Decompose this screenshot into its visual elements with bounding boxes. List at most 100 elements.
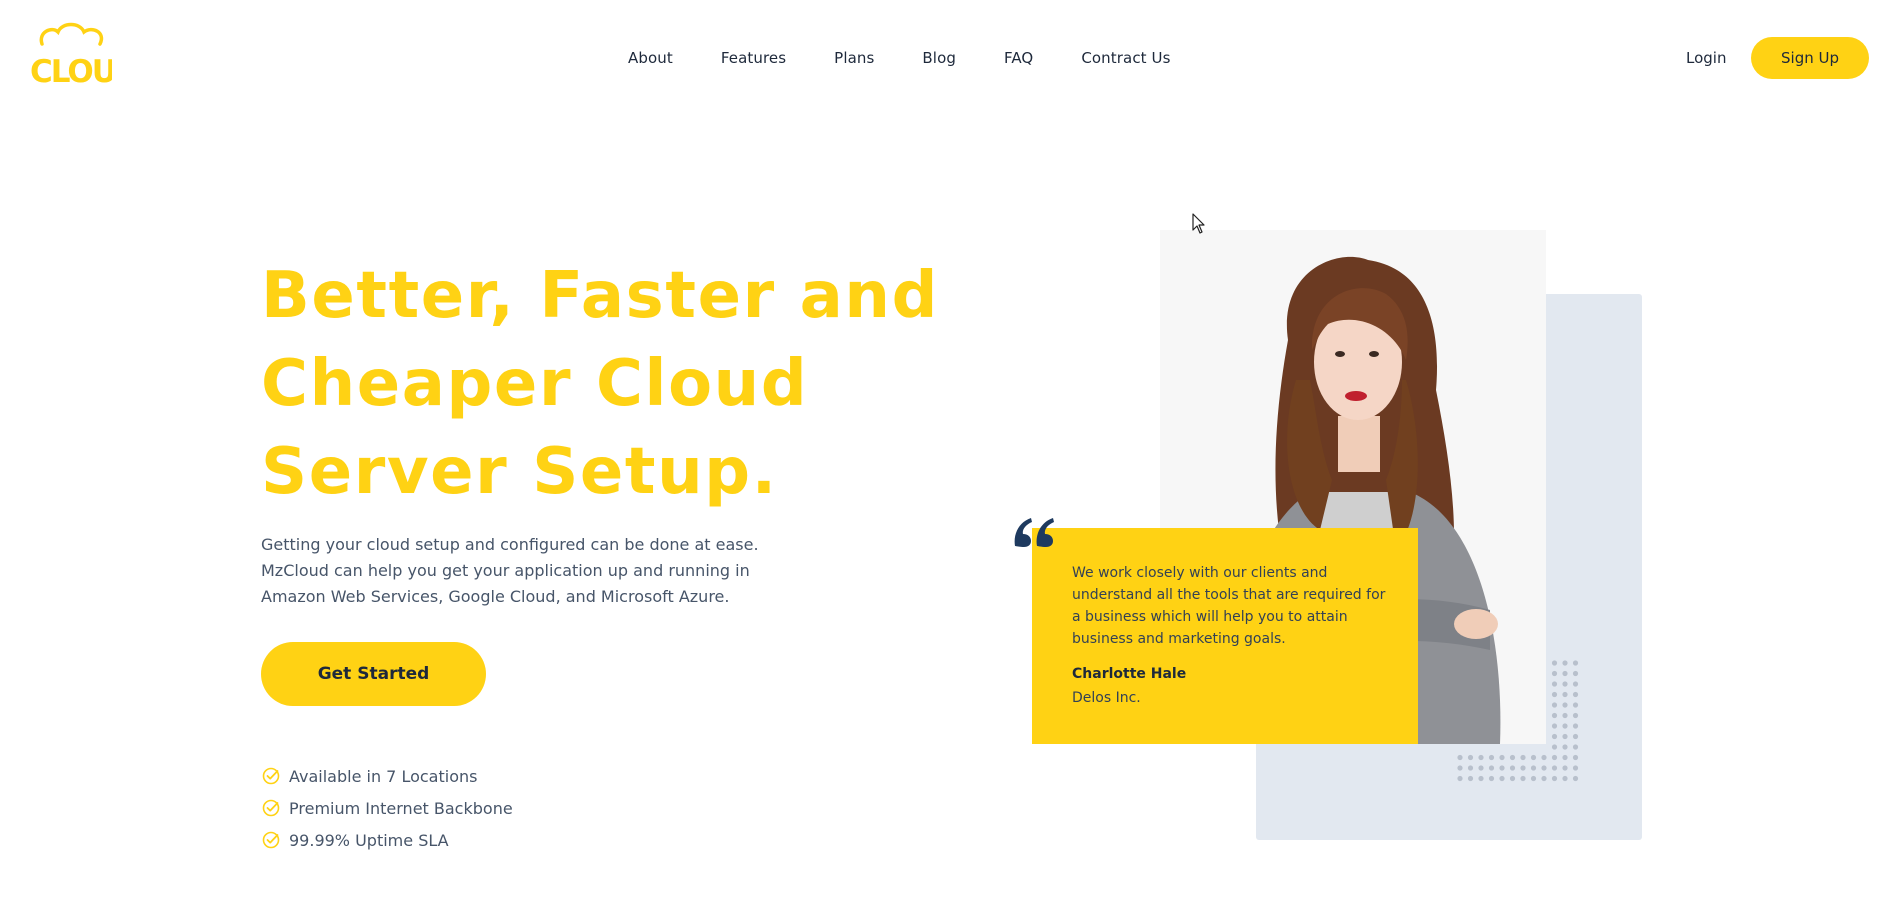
check-circle-icon	[261, 766, 281, 786]
feature-item: 99.99% Uptime SLA	[261, 824, 513, 856]
testimonial-quote-line: We work closely with our clients and	[1072, 565, 1328, 581]
pattern-dot	[1572, 723, 1579, 729]
pattern-dot	[1530, 775, 1537, 782]
pattern-dot	[1520, 754, 1526, 761]
pattern-dot	[1520, 765, 1526, 771]
nav-features[interactable]: Features	[721, 48, 786, 68]
pattern-dot	[1509, 754, 1516, 761]
nav-faq[interactable]: FAQ	[1004, 48, 1033, 68]
pattern-dot	[1457, 754, 1463, 761]
pattern-dot	[1499, 765, 1505, 771]
pattern-dot	[1488, 775, 1495, 782]
pattern-dot	[1551, 775, 1558, 782]
nav-about[interactable]: About	[628, 48, 673, 68]
pattern-dot	[1499, 775, 1505, 782]
pattern-dot	[1562, 775, 1568, 782]
testimonial-card: We work closely with our clients and und…	[1032, 528, 1418, 744]
testimonial-quote-line: understand all the tools that are requir…	[1072, 587, 1386, 603]
pattern-dot	[1572, 744, 1579, 750]
pattern-dot	[1562, 733, 1568, 740]
pattern-dot	[1551, 754, 1558, 761]
hero-description-line: MzCloud can help you get your applicatio…	[261, 561, 750, 580]
cloud-logo[interactable]: CLOUD	[28, 22, 112, 86]
pattern-dot	[1488, 765, 1495, 771]
pattern-dot	[1551, 765, 1558, 771]
hero-title-line: Better, Faster and	[261, 259, 939, 333]
check-circle-icon	[261, 798, 281, 818]
signup-button[interactable]: Sign Up	[1751, 37, 1869, 79]
testimonial-quote-line: business and marketing goals.	[1072, 631, 1286, 647]
main-nav: About Features Plans Blog FAQ Contract U…	[628, 48, 1171, 68]
pattern-dot	[1562, 691, 1568, 698]
pattern-dot	[1551, 702, 1558, 708]
pattern-dot	[1541, 754, 1547, 761]
pattern-dot	[1478, 765, 1484, 771]
pattern-dot	[1562, 670, 1568, 677]
pattern-dot	[1457, 775, 1463, 782]
nav-plans[interactable]: Plans	[834, 48, 874, 68]
pattern-dot	[1509, 765, 1516, 771]
pattern-dot	[1551, 681, 1558, 687]
pattern-dot	[1562, 744, 1568, 750]
pattern-dot	[1509, 775, 1516, 782]
pattern-dot	[1572, 765, 1579, 771]
testimonial-quote: We work closely with our clients and und…	[1072, 562, 1386, 650]
pattern-dot	[1551, 691, 1558, 698]
svg-text:CLOUD: CLOUD	[30, 54, 112, 86]
pattern-dot	[1467, 754, 1474, 761]
nav-blog[interactable]: Blog	[922, 48, 956, 68]
pattern-dot	[1562, 702, 1568, 708]
pattern-dot	[1572, 733, 1579, 740]
check-circle-icon	[261, 830, 281, 850]
pattern-dot	[1562, 754, 1568, 761]
pattern-dot	[1572, 691, 1579, 698]
pattern-dot	[1562, 660, 1568, 666]
cloud-logo-icon: CLOUD	[30, 22, 112, 86]
pattern-dot	[1562, 712, 1568, 719]
feature-label: 99.99% Uptime SLA	[289, 830, 449, 850]
pattern-dot	[1530, 754, 1537, 761]
login-link[interactable]: Login	[1686, 48, 1726, 68]
pattern-dot	[1478, 754, 1484, 761]
pattern-dot	[1572, 775, 1579, 782]
pattern-dot	[1551, 733, 1558, 740]
hero-description-line: Amazon Web Services, Google Cloud, and M…	[261, 587, 730, 606]
pattern-dot	[1551, 723, 1558, 729]
pattern-dot	[1541, 765, 1547, 771]
testimonial-quote-line: a business which will help you to attain	[1072, 609, 1348, 625]
landing-page: CLOUD About Features Plans Blog FAQ Cont…	[0, 0, 1895, 922]
feature-list: Available in 7 Locations Premium Interne…	[261, 760, 513, 856]
pattern-dot	[1530, 765, 1537, 771]
pattern-dot	[1499, 754, 1505, 761]
hero-title-line: Cheaper Cloud	[261, 347, 809, 421]
hero-description: Getting your cloud setup and configured …	[261, 532, 761, 610]
feature-item: Available in 7 Locations	[261, 760, 513, 792]
pattern-dot	[1551, 660, 1558, 666]
mouse-cursor-icon	[1192, 213, 1206, 235]
hero-title: Better, Faster and Cheaper Cloud Server …	[261, 252, 939, 516]
pattern-dot	[1572, 660, 1579, 666]
pattern-dot	[1572, 712, 1579, 719]
pattern-dot	[1572, 702, 1579, 708]
hero-title-line: Server Setup.	[261, 435, 778, 509]
pattern-dot	[1520, 775, 1526, 782]
pattern-dot	[1572, 681, 1579, 687]
pattern-dot	[1467, 775, 1474, 782]
pattern-dot	[1467, 765, 1474, 771]
pattern-dot	[1562, 765, 1568, 771]
hero-description-line: Getting your cloud setup and configured …	[261, 535, 759, 554]
get-started-button[interactable]: Get Started	[261, 642, 486, 706]
pattern-dot	[1551, 670, 1558, 677]
feature-label: Available in 7 Locations	[289, 766, 478, 786]
feature-item: Premium Internet Backbone	[261, 792, 513, 824]
pattern-dot	[1562, 681, 1568, 687]
pattern-dot	[1488, 754, 1495, 761]
pattern-dot	[1551, 744, 1558, 750]
pattern-dot	[1478, 775, 1484, 782]
feature-label: Premium Internet Backbone	[289, 798, 513, 818]
testimonial-company: Delos Inc.	[1072, 690, 1141, 706]
nav-contact[interactable]: Contract Us	[1081, 48, 1170, 68]
testimonial-name: Charlotte Hale	[1072, 666, 1187, 682]
pattern-dot	[1572, 754, 1579, 761]
quote-mark-icon	[1013, 516, 1055, 548]
